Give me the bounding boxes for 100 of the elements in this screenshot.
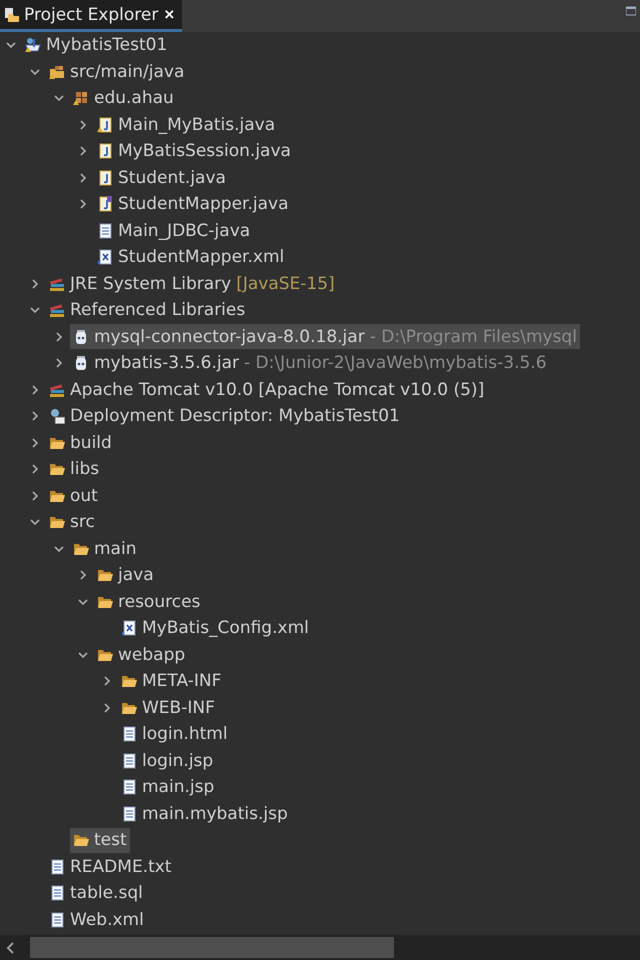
item-label: src — [70, 512, 95, 532]
document-icon — [121, 806, 137, 822]
java-file-icon — [97, 143, 113, 160]
document-icon — [97, 222, 113, 239]
chevron-down-icon — [30, 305, 40, 316]
item-label: JRE System Library — [70, 274, 232, 294]
explorer-icon — [4, 6, 20, 22]
tree-item[interactable]: MyBatis_Config.xml — [118, 616, 312, 641]
chevron-right-icon — [102, 676, 112, 686]
tree-item[interactable]: Referenced Libraries — [46, 298, 248, 323]
tab-title: Project Explorer — [24, 4, 158, 24]
java-file-icon — [97, 170, 113, 186]
item-label: java — [118, 565, 154, 586]
item-label: MyBatis_Config.xml — [142, 618, 309, 638]
tree-item[interactable]: edu.ahau — [70, 86, 177, 111]
tree-item[interactable]: login.html — [118, 722, 231, 747]
tree-item[interactable]: Main_MyBatis.java — [94, 112, 278, 138]
tree-item[interactable]: login.jsp — [118, 748, 216, 774]
item-label: Deployment Descriptor: MybatisTest01 — [70, 406, 400, 426]
item-label: Student.java — [118, 168, 226, 188]
item-label: MybatisTest01 — [46, 35, 168, 56]
chevron-down-icon — [78, 650, 88, 660]
tree-item[interactable]: Apache Tomcat v10.0 [Apache Tomcat v10.0 (5)] — [46, 377, 488, 402]
tree-item[interactable]: table.sql — [46, 880, 146, 906]
chevron-right-icon — [30, 490, 40, 501]
item-label: login.jsp — [142, 750, 214, 771]
tree-item[interactable]: main.jsp — [118, 774, 218, 800]
item-label: mybatis-3.5.6.jar — [94, 353, 239, 374]
chevron-right-icon — [102, 702, 112, 713]
view-tab[interactable]: Project Explorer × — [0, 0, 182, 32]
horizontal-scrollbar[interactable] — [0, 935, 640, 960]
document-icon — [49, 885, 65, 902]
item-label: login.html — [142, 724, 228, 744]
chevron-down-icon — [6, 40, 16, 50]
tree-item[interactable]: libs — [46, 456, 102, 482]
document-icon — [49, 858, 65, 875]
item-label: README.txt — [70, 856, 172, 877]
item-label: main.mybatis.jsp — [142, 804, 288, 824]
item-label: MyBatisSession.java — [118, 141, 291, 162]
tree-item[interactable]: Web.xml — [46, 907, 147, 932]
item-label: main.jsp — [142, 777, 214, 798]
chevron-down-icon — [30, 517, 40, 528]
chevron-right-icon — [54, 358, 64, 368]
item-label: Referenced Libraries — [70, 300, 246, 320]
tree-item[interactable]: WEB-INF — [118, 695, 218, 720]
tree-item[interactable]: StudentMapper.java — [94, 192, 292, 217]
tree-item[interactable]: main — [70, 536, 140, 562]
tree-item[interactable]: webapp — [94, 642, 188, 668]
document-icon — [121, 779, 137, 796]
tree-item[interactable]: src/main/java — [46, 59, 188, 84]
item-label: src/main/java — [70, 62, 184, 82]
document-icon — [121, 752, 137, 769]
item-label: Main_MyBatis.java — [118, 114, 276, 135]
package-folder-icon — [49, 64, 65, 80]
tree-item[interactable]: Main_JDBC-java — [94, 218, 254, 244]
tree-item[interactable]: MyBatisSession.java — [94, 138, 294, 164]
jar-icon — [73, 328, 89, 345]
item-label: Apache Tomcat v10.0 [Apache Tomcat v10.0 (5)] — [70, 380, 484, 400]
xml-file-icon — [97, 249, 113, 266]
tree-item[interactable]: mybatis-3.5.6.jar - D:\Junior-2\JavaWeb\mybatis-3.5.6 — [70, 350, 550, 376]
tree-item[interactable]: resources — [94, 589, 204, 614]
item-label: Web.xml — [70, 910, 144, 930]
tree-item[interactable]: Student.java — [94, 165, 229, 190]
tree-item[interactable]: src — [46, 510, 98, 535]
chevron-right-icon — [30, 384, 40, 395]
books-icon — [49, 382, 65, 398]
chevron-right-icon — [30, 411, 40, 422]
document-icon — [121, 726, 137, 742]
tree-item[interactable]: java — [94, 562, 157, 588]
item-label: main — [94, 538, 136, 559]
books-icon — [49, 302, 65, 318]
tree-item[interactable]: MybatisTest01 — [22, 32, 170, 58]
item-label: table.sql — [70, 883, 143, 904]
chevron-right-icon — [30, 278, 40, 289]
tree-item[interactable]: out — [46, 483, 101, 508]
close-button[interactable]: × — [162, 4, 176, 24]
tree-item[interactable]: test — [70, 828, 130, 853]
tree-item[interactable]: mysql-connector-java-8.0.18.jar - D:\Program Files\mysql — [70, 324, 580, 350]
tree-item[interactable]: JRE System Library [JavaSE-15] — [46, 271, 338, 296]
java-file-icon — [97, 196, 113, 212]
tree-item[interactable]: README.txt — [46, 854, 174, 880]
tree-item[interactable]: main.mybatis.jsp — [118, 801, 291, 826]
item-label: out — [70, 486, 98, 506]
scrollbar-thumb[interactable] — [30, 937, 394, 958]
tree-item[interactable]: build — [46, 430, 115, 456]
tree-item[interactable]: META-INF — [118, 668, 224, 694]
java-file-icon — [97, 116, 113, 133]
document-icon — [49, 912, 65, 928]
chevron-down-icon — [78, 596, 88, 607]
chevron-right-icon — [54, 332, 64, 342]
item-label: build — [70, 432, 112, 453]
item-label: libs — [70, 459, 100, 480]
chevron-right-icon — [78, 120, 88, 130]
view-menu-icon[interactable] — [626, 6, 636, 16]
chevron-down-icon — [54, 93, 64, 104]
tree-item[interactable]: Deployment Descriptor: MybatisTest01 — [46, 404, 403, 429]
folder-icon — [49, 461, 65, 478]
scroll-left-icon[interactable] — [6, 942, 16, 954]
chevron-right-icon — [78, 570, 88, 580]
tree-item[interactable]: StudentMapper.xml — [94, 244, 288, 270]
